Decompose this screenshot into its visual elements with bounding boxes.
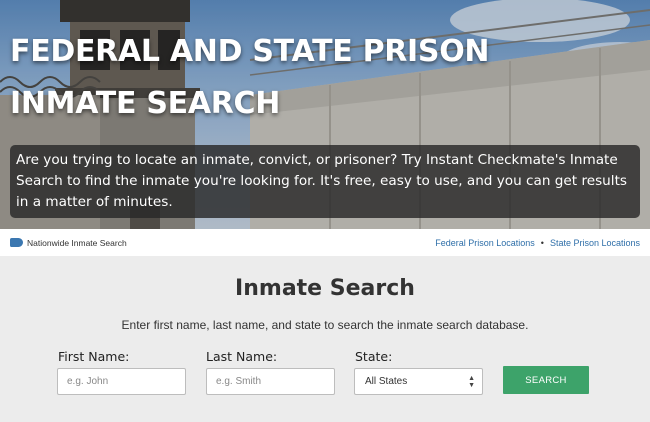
hero-description: Are you trying to locate an inmate, conv… (10, 145, 640, 218)
state-prison-locations-link[interactable]: State Prison Locations (550, 238, 640, 248)
last-name-input[interactable] (206, 368, 335, 395)
breadcrumb-current: Nationwide Inmate Search (27, 237, 127, 248)
link-separator: • (540, 237, 544, 248)
search-title: Inmate Search (235, 276, 415, 301)
state-select[interactable]: All States ▲ ▼ (354, 368, 483, 395)
state-label: State: (355, 349, 393, 364)
last-name-label: Last Name: (206, 349, 278, 364)
prison-location-links: Federal Prison Locations • State Prison … (435, 238, 640, 248)
search-button[interactable]: SEARCH (503, 366, 589, 394)
select-arrows-icon: ▲ ▼ (468, 375, 475, 389)
first-name-label: First Name: (58, 349, 130, 364)
page-title: FEDERAL AND STATE PRISON INMATE SEARCH (10, 34, 490, 121)
state-select-value: All States (365, 376, 408, 387)
hero-banner: FEDERAL AND STATE PRISON INMATE SEARCH A… (0, 0, 650, 229)
breadcrumb: Nationwide Inmate Search (10, 238, 127, 248)
inmate-search-panel: Inmate Search Enter first name, last nam… (0, 256, 650, 422)
search-subtitle: Enter first name, last name, and state t… (121, 318, 529, 332)
tag-icon (10, 238, 23, 247)
breadcrumb-bar: Nationwide Inmate Search Federal Prison … (0, 229, 650, 256)
first-name-input[interactable] (57, 368, 186, 395)
federal-prison-locations-link[interactable]: Federal Prison Locations (435, 238, 535, 248)
